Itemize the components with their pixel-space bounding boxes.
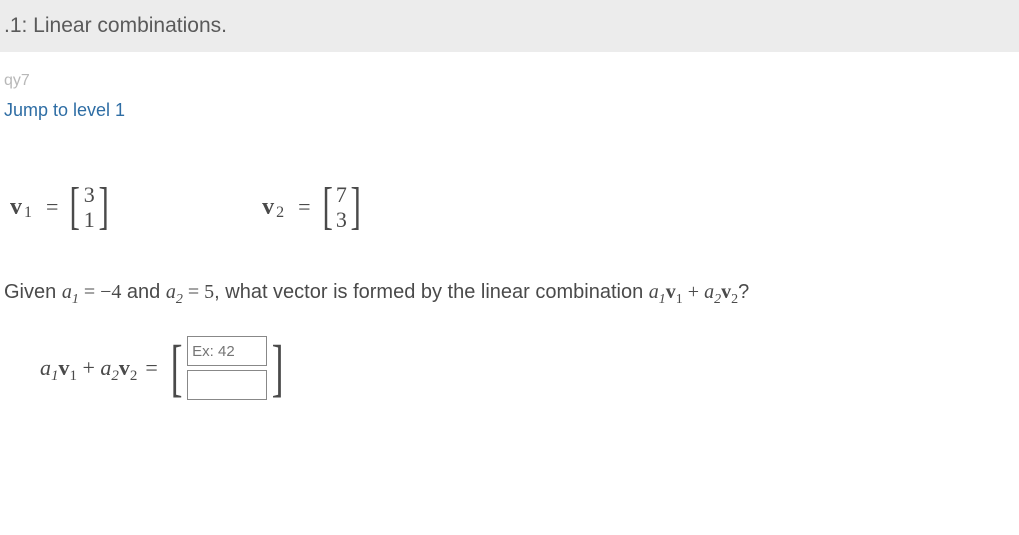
equals-sign: = (298, 194, 310, 220)
vector-v2: v 2 = [ 7 3 ] (262, 181, 364, 233)
right-bracket-icon: ] (98, 181, 108, 233)
section-title: .1: Linear combinations. (0, 0, 1019, 52)
v2-entry-1: 7 (336, 182, 347, 207)
v1-entry-1: 3 (84, 182, 95, 207)
vector-v1: v 1 = [ 3 1 ] (10, 181, 112, 233)
answer-row: a1v1 + a2v2 = [ ] (0, 304, 1019, 402)
code-tag: qy7 (0, 52, 1019, 96)
v1-label: v (10, 194, 22, 221)
equals-sign: = (145, 355, 157, 381)
question-text: Given a1 = −4 and a2 = 5, what vector is… (0, 233, 1019, 304)
v2-subscript: 2 (276, 204, 284, 222)
left-bracket-icon: [ (322, 181, 332, 233)
vector-definitions: v 1 = [ 3 1 ] v 2 = [ 7 3 ] (0, 181, 1019, 233)
left-bracket-icon: [ (70, 181, 80, 233)
answer-lhs: a1v1 + a2v2 (40, 355, 137, 381)
v1-entry-2: 1 (84, 207, 95, 232)
answer-entry-2-input[interactable] (187, 370, 267, 400)
v1-subscript: 1 (24, 204, 32, 222)
right-bracket-icon: ] (272, 339, 284, 397)
left-bracket-icon: [ (171, 339, 183, 397)
equals-sign: = (46, 194, 58, 220)
v2-entry-2: 3 (336, 207, 347, 232)
section-title-text: .1: Linear combinations. (4, 14, 227, 37)
jump-to-level-link[interactable]: Jump to level 1 (0, 96, 1019, 121)
answer-entry-1-input[interactable] (187, 336, 267, 366)
v2-label: v (262, 194, 274, 221)
right-bracket-icon: ] (350, 181, 360, 233)
